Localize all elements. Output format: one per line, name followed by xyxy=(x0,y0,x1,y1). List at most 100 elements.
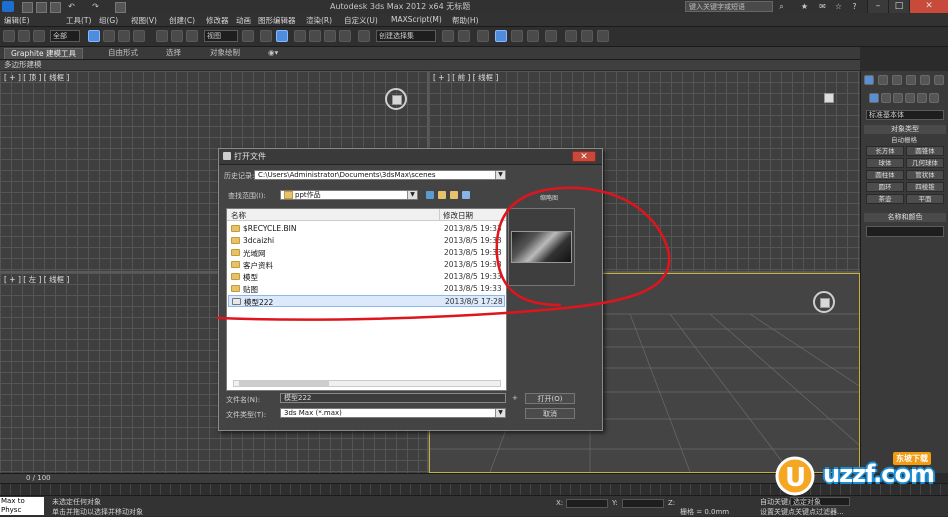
cylinder-button[interactable]: 圆柱体 xyxy=(866,170,904,180)
viewcube-icon[interactable] xyxy=(819,88,841,110)
tab-freeform[interactable]: 自由形式 xyxy=(102,48,144,58)
search-icon[interactable]: ⌕ xyxy=(777,2,786,11)
list-item[interactable]: $RECYCLE.BIN 2013/8/5 19:33 xyxy=(228,223,505,235)
modify-tab-icon[interactable] xyxy=(878,75,888,85)
menu-create[interactable]: 创建(C) xyxy=(169,15,195,26)
create-tab-icon[interactable] xyxy=(864,75,874,85)
plane-button[interactable]: 平面 xyxy=(906,194,944,204)
menu-animation[interactable]: 动画 xyxy=(236,15,251,26)
hierarchy-tab-icon[interactable] xyxy=(892,75,902,85)
pivot-center-icon[interactable] xyxy=(242,30,254,42)
display-tab-icon[interactable] xyxy=(920,75,930,85)
viewcube-icon[interactable] xyxy=(813,291,835,313)
list-item[interactable]: 3dcaizhi 2013/8/5 19:33 xyxy=(228,235,505,247)
window-crossing-icon[interactable] xyxy=(133,30,145,42)
rotate-icon[interactable] xyxy=(171,30,183,42)
sphere-button[interactable]: 球体 xyxy=(866,158,904,168)
new-file-icon[interactable] xyxy=(22,2,33,13)
tab-selection[interactable]: 选择 xyxy=(160,48,187,58)
x-coord-field[interactable] xyxy=(566,499,608,508)
spacewarps-icon[interactable] xyxy=(929,93,939,103)
menu-group[interactable]: 组(G) xyxy=(99,15,118,26)
up-folder-icon[interactable] xyxy=(438,191,446,199)
pyramid-button[interactable]: 四棱锥 xyxy=(906,182,944,192)
geosphere-button[interactable]: 几何球体 xyxy=(906,158,944,168)
menu-tools[interactable]: 工具(T) xyxy=(66,15,91,26)
list-item[interactable]: 光域网 2013/8/5 19:33 xyxy=(228,247,505,259)
material-editor-icon[interactable] xyxy=(545,30,557,42)
column-modified[interactable]: 修改日期 xyxy=(443,210,473,221)
autogrid-checkbox[interactable]: 自动栅格 xyxy=(891,134,917,144)
app-logo-icon[interactable] xyxy=(2,1,14,12)
selection-filter-dropdown[interactable]: 全部 xyxy=(50,30,80,42)
cone-button[interactable]: 圆锥体 xyxy=(906,146,944,156)
box-button[interactable]: 长方体 xyxy=(866,146,904,156)
key-filters-button[interactable]: 关键点过滤器... xyxy=(795,507,844,517)
subscription-icon[interactable]: ★ xyxy=(800,2,809,11)
viewport-label-top[interactable]: [ + ] [ 顶 ] [ 线框 ] xyxy=(4,72,69,83)
y-coord-field[interactable] xyxy=(622,499,664,508)
lights-icon[interactable] xyxy=(893,93,903,103)
bind-spacewarp-icon[interactable] xyxy=(33,30,45,42)
file-list[interactable]: 名称 修改日期 $RECYCLE.BIN 2013/8/5 19:33 3dca… xyxy=(226,208,507,391)
list-item[interactable]: 贴图 2013/8/5 19:33 xyxy=(228,283,505,295)
motion-tab-icon[interactable] xyxy=(906,75,916,85)
column-name[interactable]: 名称 xyxy=(231,210,246,221)
maxscript-listener[interactable]: Max to Physc xyxy=(0,497,44,515)
rendered-frame-icon[interactable] xyxy=(581,30,593,42)
horizontal-scrollbar[interactable] xyxy=(233,380,501,387)
tube-button[interactable]: 管状体 xyxy=(906,170,944,180)
new-folder-icon[interactable] xyxy=(450,191,458,199)
scale-icon[interactable] xyxy=(186,30,198,42)
list-item[interactable]: 客户资料 2013/8/5 19:33 xyxy=(228,259,505,271)
angle-snap-icon[interactable] xyxy=(309,30,321,42)
redo-icon[interactable]: ↷ xyxy=(91,2,100,11)
menu-views[interactable]: 视图(V) xyxy=(131,15,157,26)
ribbon-options-icon[interactable]: ◉▾ xyxy=(262,48,284,58)
torus-button[interactable]: 圆环 xyxy=(866,182,904,192)
dialog-title-bar[interactable]: 打开文件 ✕ xyxy=(219,149,602,165)
list-item[interactable]: 模型 2013/8/5 19:33 xyxy=(228,271,505,283)
select-manipulate-icon[interactable] xyxy=(260,30,272,42)
chevron-down-icon[interactable]: ▼ xyxy=(495,409,505,417)
chevron-down-icon[interactable]: ▼ xyxy=(407,191,417,199)
selection-region-icon[interactable] xyxy=(118,30,130,42)
utilities-tab-icon[interactable] xyxy=(934,75,944,85)
communication-icon[interactable]: ✉ xyxy=(818,2,827,11)
move-icon[interactable] xyxy=(156,30,168,42)
undo-icon[interactable]: ↶ xyxy=(67,2,76,11)
cameras-icon[interactable] xyxy=(905,93,915,103)
search-input[interactable]: 键入关键字或短语 xyxy=(685,1,773,12)
filename-input[interactable]: 模型222 xyxy=(280,393,506,403)
polygon-modeling-panel[interactable]: 多边形建模 xyxy=(0,60,860,70)
helpers-icon[interactable] xyxy=(917,93,927,103)
open-button[interactable]: 打开(O) xyxy=(525,393,575,404)
select-by-name-icon[interactable] xyxy=(103,30,115,42)
back-icon[interactable] xyxy=(426,191,434,199)
select-object-icon[interactable] xyxy=(88,30,100,42)
chevron-down-icon[interactable]: ▼ xyxy=(495,171,505,179)
viewport-label-left[interactable]: [ + ] [ 左 ] [ 线框 ] xyxy=(4,274,69,285)
align-icon[interactable] xyxy=(458,30,470,42)
keyboard-shortcut-icon[interactable] xyxy=(276,30,288,42)
menu-customize[interactable]: 自定义(U) xyxy=(344,15,378,26)
list-item-selected[interactable]: 模型222 2013/8/5 17:28 xyxy=(228,295,505,307)
menu-graph-editors[interactable]: 图形编辑器 xyxy=(258,15,296,26)
set-key-button[interactable]: 设置关键点 xyxy=(760,507,795,517)
viewcube-icon[interactable] xyxy=(385,88,407,110)
selected-dropdown[interactable]: 选定对象 xyxy=(790,497,850,506)
viewport-label-front[interactable]: [ + ] [ 前 ] [ 线框 ] xyxy=(433,72,498,83)
edit-named-selection-icon[interactable] xyxy=(358,30,370,42)
dialog-close-button[interactable]: ✕ xyxy=(572,151,596,162)
lookin-dropdown[interactable]: ppt作品 ▼ xyxy=(280,190,418,200)
category-dropdown[interactable]: 标准基本体 xyxy=(866,110,944,120)
close-button[interactable]: ✕ xyxy=(909,0,948,13)
rollout-object-type[interactable]: 对象类型 xyxy=(864,125,946,134)
minimize-button[interactable]: – xyxy=(867,0,888,13)
cancel-button[interactable]: 取消 xyxy=(525,408,575,419)
menu-modifiers[interactable]: 修改器 xyxy=(206,15,229,26)
snaps-toggle-icon[interactable] xyxy=(294,30,306,42)
percent-snap-icon[interactable] xyxy=(324,30,336,42)
maximize-button[interactable]: □ xyxy=(888,0,909,13)
help-icon[interactable]: ? xyxy=(850,2,859,11)
